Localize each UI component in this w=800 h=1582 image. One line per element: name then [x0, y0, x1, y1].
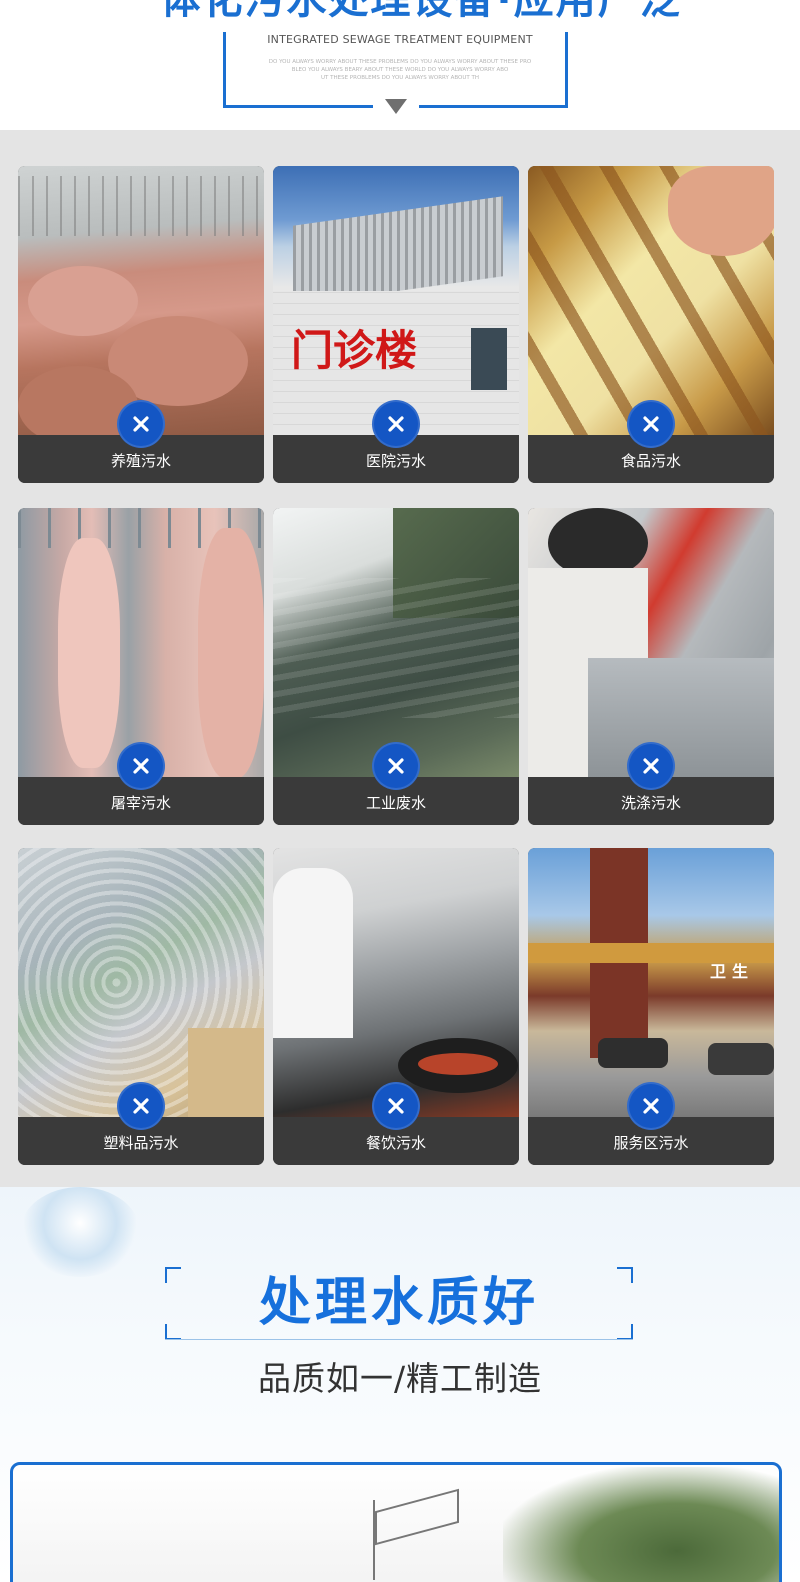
quality-subtitle: 品质如一/精工制造	[257, 1359, 543, 1398]
application-label: 洗涤污水	[620, 794, 681, 812]
washing-photo	[528, 508, 774, 778]
service-area-photo: 卫生	[528, 848, 774, 1117]
section-title: 一体化污水处理设备·应用广泛	[0, 0, 800, 22]
plastic-photo	[18, 848, 264, 1118]
application-card-service-area[interactable]: 卫生 服务区污水	[528, 848, 774, 1165]
close-icon[interactable]	[372, 400, 420, 448]
small-caption-line: UT THESE PROBLEMS DO YOU ALWAYS WORRY AB…	[320, 75, 479, 81]
application-card-food[interactable]: 食品污水	[528, 166, 774, 483]
close-icon[interactable]	[372, 742, 420, 790]
application-label: 餐饮污水	[365, 1134, 426, 1152]
triangle-down-icon	[385, 99, 407, 114]
application-label: 食品污水	[620, 452, 681, 470]
application-card-restaurant[interactable]: 餐饮污水	[273, 848, 519, 1165]
breeding-photo	[18, 166, 264, 446]
application-card-washing[interactable]: 洗涤污水	[528, 508, 774, 825]
small-caption-line: DO YOU ALWAYS WORRY ABOUT THESE PROBLEMS…	[268, 59, 532, 65]
close-icon[interactable]	[117, 400, 165, 448]
application-card-plastic[interactable]: 塑料品污水	[18, 848, 264, 1165]
application-label: 医院污水	[365, 452, 426, 470]
close-icon[interactable]	[372, 1082, 420, 1130]
small-caption: DO YOU ALWAYS WORRY ABOUT THESE PROBLEMS…	[262, 58, 538, 82]
application-card-hospital[interactable]: 门诊楼 医院污水	[273, 166, 519, 483]
application-label: 工业废水	[365, 794, 426, 812]
water-splash-decoration	[20, 1187, 140, 1277]
application-label: 塑料品污水	[103, 1134, 179, 1152]
page: 一体化污水处理设备·应用广泛 INTEGRATED SEWAGE TREATME…	[0, 0, 800, 1582]
subtitle-english: INTEGRATED SEWAGE TREATMENT EQUIPMENT	[267, 33, 533, 46]
application-label: 屠宰污水	[110, 794, 171, 812]
billboard-decoration	[373, 1500, 453, 1580]
tree-decoration	[503, 1467, 779, 1582]
hospital-photo: 门诊楼	[273, 166, 519, 435]
close-icon[interactable]	[627, 742, 675, 790]
quality-section: 处理水质好 品质如一/精工制造	[0, 1187, 800, 1582]
small-caption-line: BLEO YOU ALWAYS BEARY ABOUT THESE WORLD …	[291, 67, 509, 73]
application-card-industrial[interactable]: 工业废水	[273, 508, 519, 825]
slaughter-photo	[18, 508, 264, 778]
close-icon[interactable]	[627, 400, 675, 448]
application-header: 一体化污水处理设备·应用广泛 INTEGRATED SEWAGE TREATME…	[0, 0, 800, 130]
quality-title: 处理水质好	[258, 1273, 539, 1333]
food-photo	[528, 166, 774, 435]
close-icon[interactable]	[117, 742, 165, 790]
application-card-slaughter[interactable]: 屠宰污水	[18, 508, 264, 825]
divider	[165, 1339, 633, 1340]
application-card-breeding[interactable]: 养殖污水	[18, 166, 264, 483]
product-photo-frame	[10, 1462, 782, 1582]
quality-title-box: 处理水质好	[165, 1267, 633, 1340]
restaurant-photo	[273, 848, 519, 1117]
hospital-sign: 门诊楼	[291, 326, 418, 375]
application-label: 养殖污水	[110, 452, 171, 470]
close-icon[interactable]	[117, 1082, 165, 1130]
close-icon[interactable]	[627, 1082, 675, 1130]
application-label: 服务区污水	[613, 1134, 689, 1152]
industrial-photo	[273, 508, 519, 777]
service-sign: 卫生	[710, 962, 755, 981]
